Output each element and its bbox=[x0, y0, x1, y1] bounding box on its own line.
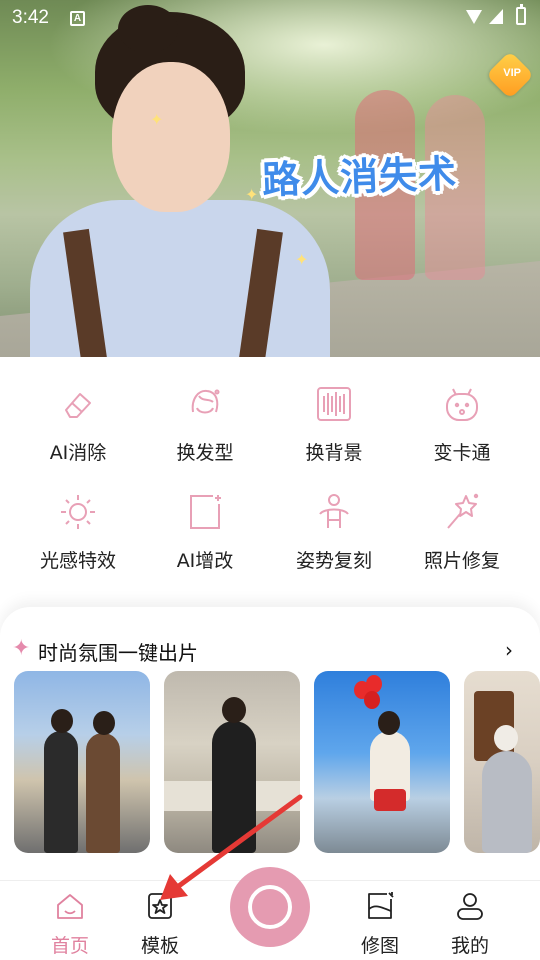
sparkle-icon: ✦ bbox=[245, 185, 259, 204]
battery-icon bbox=[516, 4, 526, 25]
template-thumbnail[interactable] bbox=[14, 671, 150, 853]
nav-home[interactable]: 首页 bbox=[30, 887, 110, 957]
tool-label: 换背景 bbox=[305, 442, 363, 464]
template-thumbnail[interactable] bbox=[164, 671, 300, 853]
thumb-figure bbox=[86, 733, 120, 853]
thumb-figure bbox=[482, 751, 532, 853]
home-icon bbox=[57, 894, 83, 919]
tool-hairstyle[interactable]: 换发型 bbox=[145, 372, 265, 472]
photo-edit-icon bbox=[368, 892, 394, 919]
background-icon bbox=[317, 387, 351, 421]
status-bar: 3:42 A bbox=[0, 0, 540, 36]
wifi-icon bbox=[466, 10, 482, 24]
hero-banner[interactable]: ✦ ✦ ✦ 路人消失术 VIP bbox=[0, 0, 540, 357]
nav-profile[interactable]: 我的 bbox=[430, 887, 510, 957]
camera-shutter-button[interactable] bbox=[230, 867, 310, 947]
tool-cartoon[interactable]: 变卡通 bbox=[402, 372, 522, 472]
signal-icon bbox=[489, 9, 503, 24]
tool-background[interactable]: 换背景 bbox=[274, 372, 394, 472]
app-notification-icon: A bbox=[70, 11, 85, 26]
tool-label: 姿势复刻 bbox=[295, 550, 372, 572]
thumb-figure-head bbox=[494, 725, 518, 751]
shutter-ring-icon bbox=[248, 885, 292, 929]
magic-wand-icon bbox=[447, 493, 479, 529]
tool-label: 换发型 bbox=[176, 442, 234, 464]
vip-badge-label: VIP bbox=[503, 66, 521, 79]
cartoon-icon bbox=[446, 388, 478, 421]
tool-photo-repair[interactable]: 照片修复 bbox=[402, 480, 522, 580]
thumb-figure-head bbox=[51, 709, 73, 733]
user-icon bbox=[457, 893, 483, 920]
chevron-right-icon[interactable]: › bbox=[505, 640, 523, 660]
sparkle-icon: ✦ bbox=[12, 636, 31, 661]
nav-label: 模板 bbox=[140, 935, 179, 957]
tool-label: AI消除 bbox=[49, 442, 107, 464]
tool-grid: AI消除 换发型 换背景 变卡通 光感特效 AI增改 姿势复刻 照片修复 bbox=[0, 372, 540, 592]
nav-templates[interactable]: 模板 bbox=[120, 887, 200, 957]
hairstyle-icon bbox=[191, 389, 220, 414]
banner-person-face bbox=[112, 62, 230, 212]
tool-pose[interactable]: 姿势复刻 bbox=[274, 480, 394, 580]
eraser-icon bbox=[65, 393, 91, 418]
templates-section: ✦ 时尚氛围一键出片 › bbox=[0, 607, 540, 887]
template-carousel[interactable] bbox=[14, 671, 540, 855]
thumb-figure-head bbox=[378, 711, 400, 735]
nav-label: 修图 bbox=[360, 935, 399, 957]
ai-edit-icon bbox=[190, 495, 221, 529]
nav-label: 首页 bbox=[50, 935, 89, 957]
template-thumbnail[interactable] bbox=[464, 671, 540, 853]
tool-ai-edit[interactable]: AI增改 bbox=[145, 480, 265, 580]
thumb-figure-head bbox=[93, 711, 115, 735]
section-title: 时尚氛围一键出片 bbox=[38, 641, 198, 665]
thumb-skirt bbox=[374, 789, 406, 811]
banner-title: 路人消失术 bbox=[261, 151, 458, 203]
pose-icon bbox=[319, 494, 349, 528]
status-time: 3:42 bbox=[12, 7, 49, 28]
thumb-figure-head bbox=[222, 697, 246, 723]
tool-label: 光感特效 bbox=[39, 550, 116, 572]
tool-label: 照片修复 bbox=[423, 550, 500, 572]
tool-ai-erase[interactable]: AI消除 bbox=[18, 372, 138, 472]
nav-edit[interactable]: 修图 bbox=[340, 887, 420, 957]
tool-label: 变卡通 bbox=[433, 442, 491, 464]
thumb-figure bbox=[212, 721, 256, 853]
sun-icon bbox=[61, 495, 95, 529]
template-star-icon bbox=[148, 893, 172, 919]
sparkle-icon: ✦ bbox=[295, 250, 309, 269]
template-thumbnail[interactable] bbox=[314, 671, 450, 853]
sparkle-icon: ✦ bbox=[150, 110, 164, 129]
tool-light-effect[interactable]: 光感特效 bbox=[18, 480, 138, 580]
tool-label: AI增改 bbox=[176, 550, 234, 572]
balloon bbox=[364, 691, 380, 709]
nav-label: 我的 bbox=[450, 935, 489, 957]
thumb-figure bbox=[44, 731, 78, 853]
